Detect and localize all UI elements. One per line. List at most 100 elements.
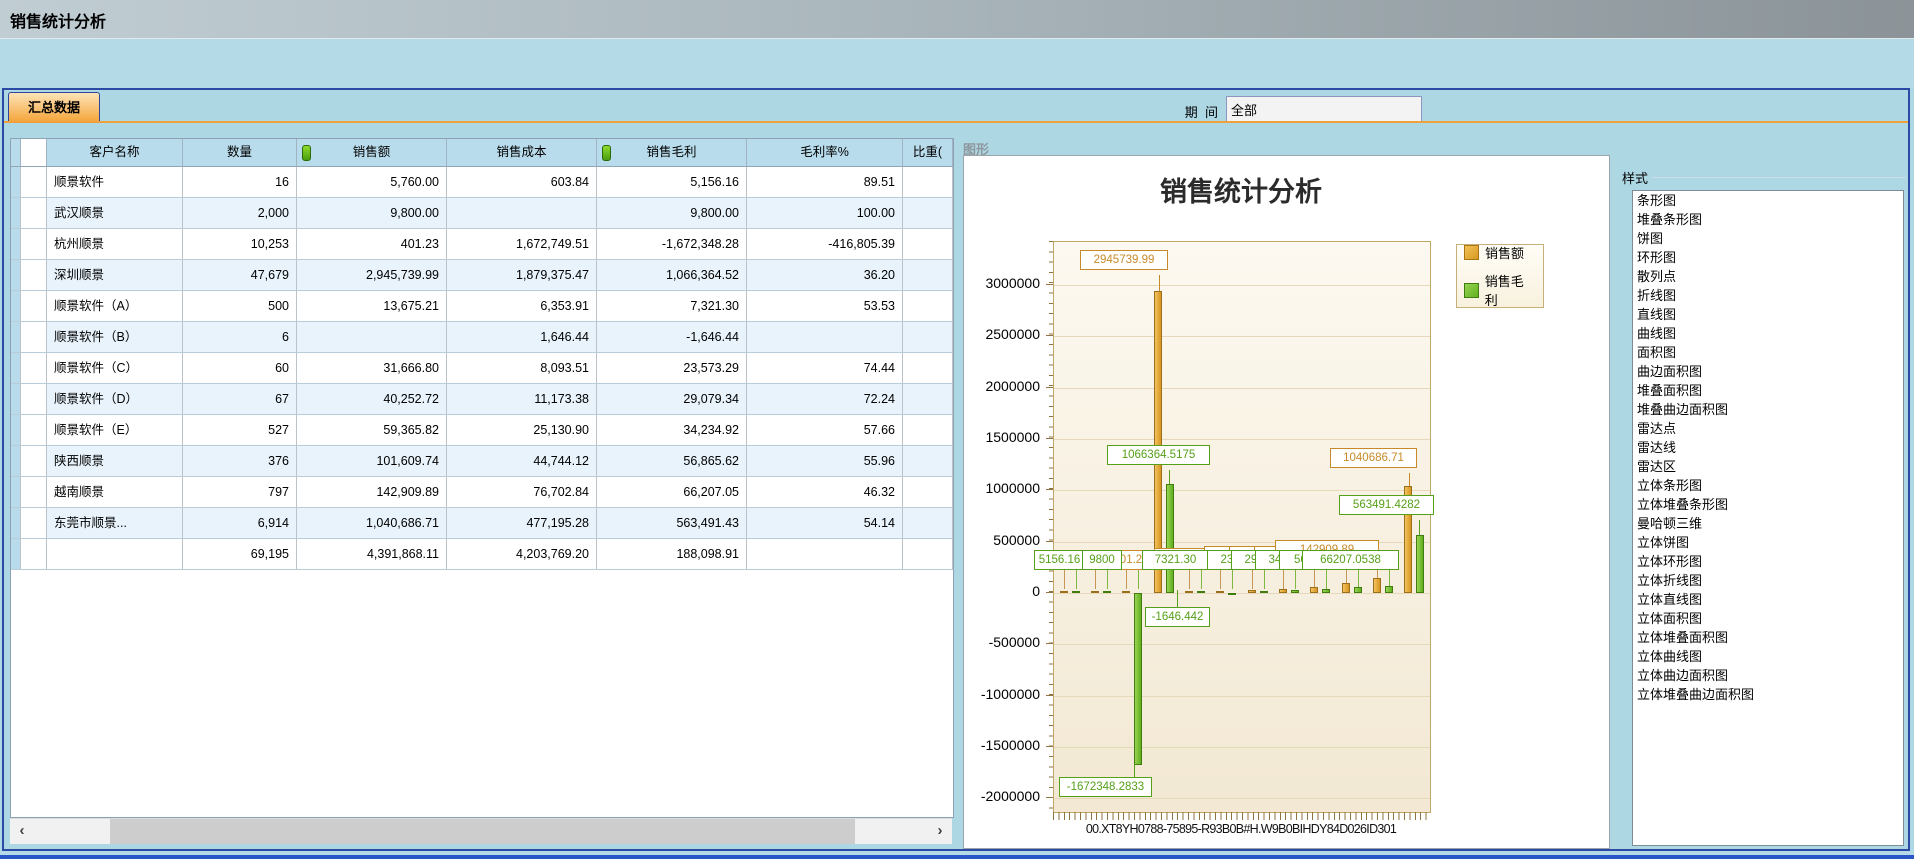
table-cell xyxy=(903,539,953,570)
style-list-item[interactable]: 立体饼图 xyxy=(1633,533,1903,552)
style-list-item[interactable]: 立体堆叠曲边面积图 xyxy=(1633,685,1903,704)
chart-style-listbox[interactable]: 条形图堆叠条形图饼图环形图散列点折线图直线图曲线图面积图曲边面积图堆叠面积图堆叠… xyxy=(1632,190,1904,846)
table-header-cell xyxy=(11,139,21,167)
style-list-item[interactable]: 散列点 xyxy=(1633,267,1903,286)
style-list-item[interactable]: 立体曲边面积图 xyxy=(1633,666,1903,685)
scroll-left-arrow[interactable]: ‹ xyxy=(10,819,34,844)
table-cell: 89.51 xyxy=(747,167,903,198)
table-cell: 杭州顺景 xyxy=(47,229,183,260)
style-list-item[interactable]: 折线图 xyxy=(1633,286,1903,305)
table-cell xyxy=(11,353,21,384)
style-list-item[interactable]: 曲线图 xyxy=(1633,324,1903,343)
table-row[interactable]: 东莞市顺景...6,9141,040,686.71477,195.28563,4… xyxy=(11,508,953,539)
style-groupbox-line xyxy=(1652,177,1906,178)
table-row[interactable]: 杭州顺景10,253401.231,672,749.51-1,672,348.2… xyxy=(11,229,953,260)
style-list-item[interactable]: 堆叠面积图 xyxy=(1633,381,1903,400)
scrollbar-thumb[interactable] xyxy=(110,819,855,844)
style-list-item[interactable]: 条形图 xyxy=(1633,191,1903,210)
chart-point-label: 7321.30 xyxy=(1142,550,1209,570)
table-row[interactable]: 武汉顺景2,0009,800.009,800.00100.00 xyxy=(11,198,953,229)
style-list-item[interactable]: 直线图 xyxy=(1633,305,1903,324)
chart-point-label: 5156.16 xyxy=(1034,550,1085,570)
style-list-item[interactable]: 雷达点 xyxy=(1633,419,1903,438)
chart-panel: 销售统计分析 13675.2131666.8040252.7259365.821… xyxy=(963,155,1610,849)
table-cell: 67 xyxy=(183,384,297,415)
table-cell: 500 xyxy=(183,291,297,322)
table-cell xyxy=(11,260,21,291)
filter-bar: 期 间 xyxy=(0,39,1914,88)
style-list-item[interactable]: 环形图 xyxy=(1633,248,1903,267)
table-cell xyxy=(903,384,953,415)
table-cell: 34,234.92 xyxy=(597,415,747,446)
y-axis-major-tick xyxy=(1046,387,1053,388)
table-row[interactable]: 顺景软件（C）6031,666.808,093.5123,573.2974.44 xyxy=(11,353,953,384)
style-list-item[interactable]: 曲边面积图 xyxy=(1633,362,1903,381)
table-cell xyxy=(903,260,953,291)
style-list-item[interactable]: 立体条形图 xyxy=(1633,476,1903,495)
table-cell: 6,914 xyxy=(183,508,297,539)
legend-swatch-profit xyxy=(1464,283,1479,298)
y-axis-major-tick xyxy=(1046,489,1053,490)
table-cell xyxy=(21,167,47,198)
bar-sales xyxy=(1091,591,1099,593)
style-list-item[interactable]: 立体直线图 xyxy=(1633,590,1903,609)
y-axis-major-tick xyxy=(1046,746,1053,747)
table-total-row[interactable]: 69,1954,391,868.114,203,769.20188,098.91 xyxy=(11,539,953,570)
style-list-item[interactable]: 堆叠曲边面积图 xyxy=(1633,400,1903,419)
table-row[interactable]: 顺景软件（A）50013,675.216,353.917,321.3053.53 xyxy=(11,291,953,322)
style-list-item[interactable]: 立体曲线图 xyxy=(1633,647,1903,666)
table-cell: 深圳顺景 xyxy=(47,260,183,291)
style-list-item[interactable]: 立体面积图 xyxy=(1633,609,1903,628)
chart-point-label: 9800 xyxy=(1082,550,1122,570)
scroll-right-arrow[interactable]: › xyxy=(928,819,952,844)
table-cell: 5,760.00 xyxy=(297,167,447,198)
table-row[interactable]: 顺景软件（B）61,646.44-1,646.44 xyxy=(11,322,953,353)
style-list-item[interactable]: 堆叠条形图 xyxy=(1633,210,1903,229)
label-leader-line xyxy=(1159,275,1160,291)
table-cell: 527 xyxy=(183,415,297,446)
table-row[interactable]: 顺景软件（D）6740,252.7211,173.3829,079.3472.2… xyxy=(11,384,953,415)
style-list-item[interactable]: 立体折线图 xyxy=(1633,571,1903,590)
y-axis-major-tick xyxy=(1046,797,1053,798)
chart-point-label: 66207.0538 xyxy=(1302,550,1399,570)
label-leader-stub xyxy=(1264,570,1265,589)
table-cell: 477,195.28 xyxy=(447,508,597,539)
table-row[interactable]: 越南顺景797142,909.8976,702.8466,207.0546.32 xyxy=(11,477,953,508)
y-axis-tick-label: 500000 xyxy=(968,532,1040,548)
table-cell xyxy=(11,384,21,415)
style-list-item[interactable]: 曼哈顿三维 xyxy=(1633,514,1903,533)
horizontal-scrollbar[interactable]: ‹ › xyxy=(10,818,952,844)
style-list-item[interactable]: 雷达线 xyxy=(1633,438,1903,457)
label-leader-stub xyxy=(1095,570,1096,589)
table-cell xyxy=(11,508,21,539)
chart-point-label: 563491.4282 xyxy=(1339,495,1434,515)
y-axis-tick-label: 2500000 xyxy=(968,326,1040,342)
bar-sales xyxy=(1279,589,1287,593)
table-cell: 54.14 xyxy=(747,508,903,539)
style-list-item[interactable]: 立体堆叠条形图 xyxy=(1633,495,1903,514)
table-row[interactable]: 顺景软件165,760.00603.845,156.1689.51 xyxy=(11,167,953,198)
table-row[interactable]: 顺景软件（E）52759,365.8225,130.9034,234.9257.… xyxy=(11,415,953,446)
chart-point-label: 1040686.71 xyxy=(1330,448,1417,468)
table-cell: 563,491.43 xyxy=(597,508,747,539)
gridline xyxy=(1054,336,1430,337)
label-leader-stub xyxy=(1283,570,1284,589)
table-cell: 101,609.74 xyxy=(297,446,447,477)
style-list-item[interactable]: 饼图 xyxy=(1633,229,1903,248)
style-list-item[interactable]: 雷达区 xyxy=(1633,457,1903,476)
table-cell: 188,098.91 xyxy=(597,539,747,570)
y-axis-tick-label: 1500000 xyxy=(968,429,1040,445)
style-list-item[interactable]: 面积图 xyxy=(1633,343,1903,362)
table-cell: 顺景软件（E） xyxy=(47,415,183,446)
legend-entry: 销售额 xyxy=(1464,243,1536,262)
table-row[interactable]: 深圳顺景47,6792,945,739.991,879,375.471,066,… xyxy=(11,260,953,291)
table-cell: 10,253 xyxy=(183,229,297,260)
table-cell: 11,173.38 xyxy=(447,384,597,415)
table-cell: 东莞市顺景... xyxy=(47,508,183,539)
style-list-item[interactable]: 立体堆叠面积图 xyxy=(1633,628,1903,647)
table-cell xyxy=(21,477,47,508)
style-list-item[interactable]: 立体环形图 xyxy=(1633,552,1903,571)
table-row[interactable]: 陕西顺景376101,609.7444,744.1256,865.6255.96 xyxy=(11,446,953,477)
tab-underline xyxy=(4,121,1908,123)
tab-summary-data[interactable]: 汇总数据 xyxy=(8,92,100,121)
